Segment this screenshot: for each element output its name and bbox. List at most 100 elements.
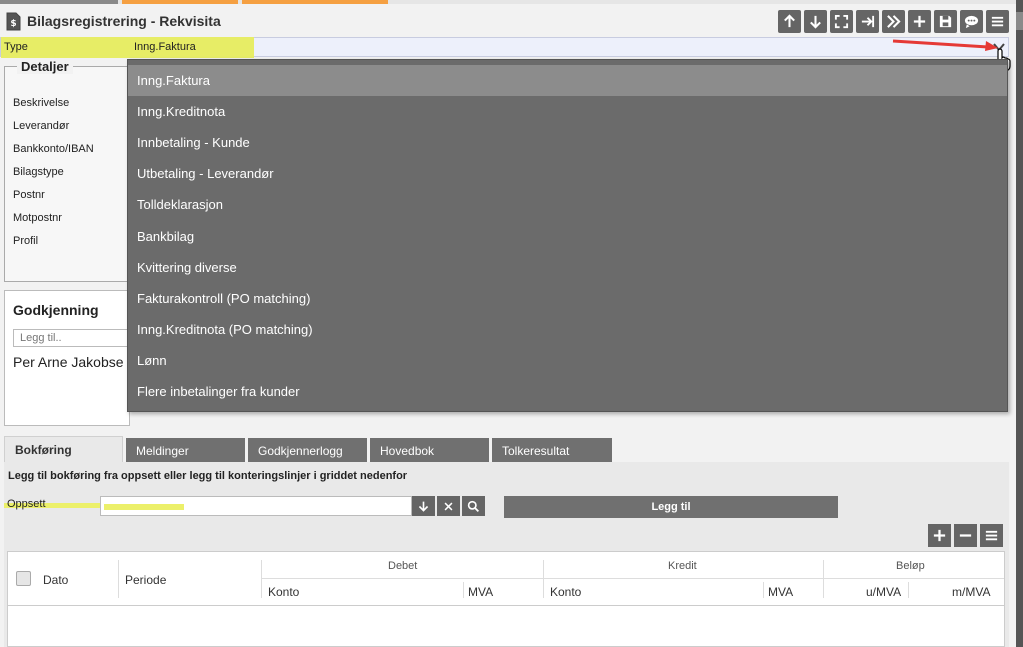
grid-header: Dato Periode Debet Kredit Beløp Konto MV…	[8, 552, 1004, 606]
field-label-bankkonto: Bankkonto/IBAN	[13, 143, 94, 155]
col-kredit-konto[interactable]: Konto	[550, 585, 581, 599]
tab-tolkeresultat[interactable]: Tolkeresultat	[492, 438, 612, 463]
grid-divider	[118, 560, 119, 598]
type-dropdown-menu: Inng.Faktura Inng.Kreditnota Innbetaling -…	[127, 59, 1008, 412]
posting-grid: Dato Periode Debet Kredit Beløp Konto MV…	[7, 551, 1005, 647]
close-icon	[444, 502, 453, 510]
type-option[interactable]: Kvittering diverse	[128, 252, 1007, 283]
grid-divider	[463, 582, 464, 598]
chat-icon	[964, 15, 979, 29]
field-label-profil: Profil	[13, 235, 39, 247]
col-periode[interactable]: Periode	[125, 573, 166, 587]
grid-divider	[763, 582, 764, 598]
tab-meldinger[interactable]: Meldinger	[126, 438, 245, 463]
grid-menu-button[interactable]	[980, 524, 1003, 547]
group-belop: Beløp	[896, 560, 925, 572]
jump-to-end-button[interactable]	[856, 10, 879, 33]
top-strip-segment[interactable]	[242, 0, 388, 4]
move-up-button[interactable]	[778, 10, 801, 33]
add-button[interactable]	[908, 10, 931, 33]
col-dato[interactable]: Dato	[43, 573, 68, 587]
arrow-down-icon	[418, 501, 429, 512]
tab-bokforing[interactable]: Bokføring	[4, 436, 123, 463]
grid-add-row-button[interactable]	[928, 524, 951, 547]
grid-divider	[262, 578, 1004, 579]
save-button[interactable]	[934, 10, 957, 33]
svg-text:$: $	[10, 19, 16, 29]
field-label-beskrivelse: Beskrivelse	[13, 97, 70, 109]
grid-toolbar	[928, 524, 1003, 547]
annotation-arrow-icon	[892, 39, 998, 51]
grid-divider	[908, 582, 909, 598]
double-chevron-right-icon	[887, 15, 901, 28]
type-option[interactable]: Bankbilag	[128, 220, 1007, 251]
details-legend: Detaljer	[17, 59, 73, 74]
type-select-value[interactable]: Inng.Faktura	[127, 37, 254, 58]
col-debet-konto[interactable]: Konto	[268, 585, 299, 599]
type-option[interactable]: Innbetaling - Kunde	[128, 127, 1007, 158]
approver-name: Per Arne Jakobse	[13, 354, 124, 370]
fullscreen-button[interactable]	[830, 10, 853, 33]
tab-godkjennerlogg[interactable]: Godkjennerlogg	[248, 438, 367, 463]
grid-divider	[823, 560, 824, 598]
type-option[interactable]: Inng.Kreditnota	[128, 96, 1007, 127]
type-option[interactable]: Fakturakontroll (PO matching)	[128, 283, 1007, 314]
type-option[interactable]: Lønn	[128, 345, 1007, 376]
jump-to-end-icon	[861, 15, 875, 28]
approver-add-input[interactable]: Legg til..	[13, 329, 143, 347]
field-label-bilagstype: Bilagstype	[13, 166, 64, 178]
oppsett-highlight	[104, 504, 184, 510]
type-option[interactable]: Utbetaling - Leverandør	[128, 158, 1007, 189]
save-icon	[939, 15, 952, 28]
menu-button[interactable]	[986, 10, 1009, 33]
field-label-leverandor: Leverandør	[13, 120, 70, 132]
oppsett-dropdown-button[interactable]	[412, 496, 435, 516]
approval-panel: Godkjenning Legg til.. Per Arne Jakobse	[4, 290, 143, 426]
type-option[interactable]: Flere inbetalinger fra kunder	[128, 376, 1007, 407]
fullscreen-icon	[834, 14, 849, 29]
grid-divider	[261, 560, 262, 598]
group-kredit: Kredit	[668, 560, 697, 572]
grid-remove-row-button[interactable]	[954, 524, 977, 547]
type-option[interactable]: Inng.Kreditnota (PO matching)	[128, 314, 1007, 345]
type-option-list: Inng.Faktura Inng.Kreditnota Innbetaling -…	[128, 60, 1007, 407]
side-rail-handle[interactable]	[1016, 12, 1023, 30]
bokforing-panel: Legg til bokføring fra oppsett eller leg…	[4, 462, 1009, 647]
top-strip-segment[interactable]	[0, 0, 118, 4]
select-all-checkbox[interactable]	[16, 571, 31, 586]
tab-hovedbok[interactable]: Hovedbok	[370, 438, 489, 463]
field-label-postnr: Postnr	[13, 189, 45, 201]
approval-title: Godkjenning	[13, 302, 99, 318]
invoice-document-icon: $	[6, 12, 21, 30]
type-option[interactable]: Tolldeklarasjon	[128, 189, 1007, 220]
minus-icon	[959, 534, 972, 537]
arrow-down-icon	[810, 15, 821, 29]
menu-icon	[985, 530, 998, 541]
legg-til-button[interactable]: Legg til	[504, 496, 838, 518]
page-title: Bilagsregistrering - Rekvisita	[27, 13, 221, 29]
main-toolbar	[778, 10, 1009, 33]
plus-icon	[933, 529, 946, 542]
plus-icon	[913, 15, 926, 28]
grid-divider	[543, 560, 544, 598]
type-option[interactable]: Inng.Faktura	[128, 65, 1007, 97]
title-bar: $ Bilagsregistrering - Rekvisita	[6, 10, 221, 32]
search-icon	[467, 500, 480, 512]
bokforing-hint: Legg til bokføring fra oppsett eller leg…	[8, 470, 408, 482]
type-label: Type	[1, 37, 127, 58]
details-panel: Detaljer Beskrivelse Leverandør Bankkont…	[4, 59, 130, 282]
top-strip-segment[interactable]	[122, 0, 238, 4]
col-belop-mmva[interactable]: m/MVA	[952, 585, 990, 599]
move-down-button[interactable]	[804, 10, 827, 33]
forward-button[interactable]	[882, 10, 905, 33]
right-side-rail	[1016, 0, 1023, 647]
oppsett-search-button[interactable]	[462, 496, 485, 516]
col-belop-umva[interactable]: u/MVA	[866, 585, 901, 599]
oppsett-clear-button[interactable]	[437, 496, 460, 516]
type-field-row[interactable]: Type Inng.Faktura	[0, 37, 1009, 58]
arrow-up-icon	[784, 14, 795, 28]
col-debet-mva[interactable]: MVA	[468, 585, 493, 599]
comment-button[interactable]	[960, 10, 983, 33]
col-kredit-mva[interactable]: MVA	[768, 585, 793, 599]
tab-bar: Bokføring Meldinger Godkjennerlogg Hoved…	[4, 436, 612, 463]
